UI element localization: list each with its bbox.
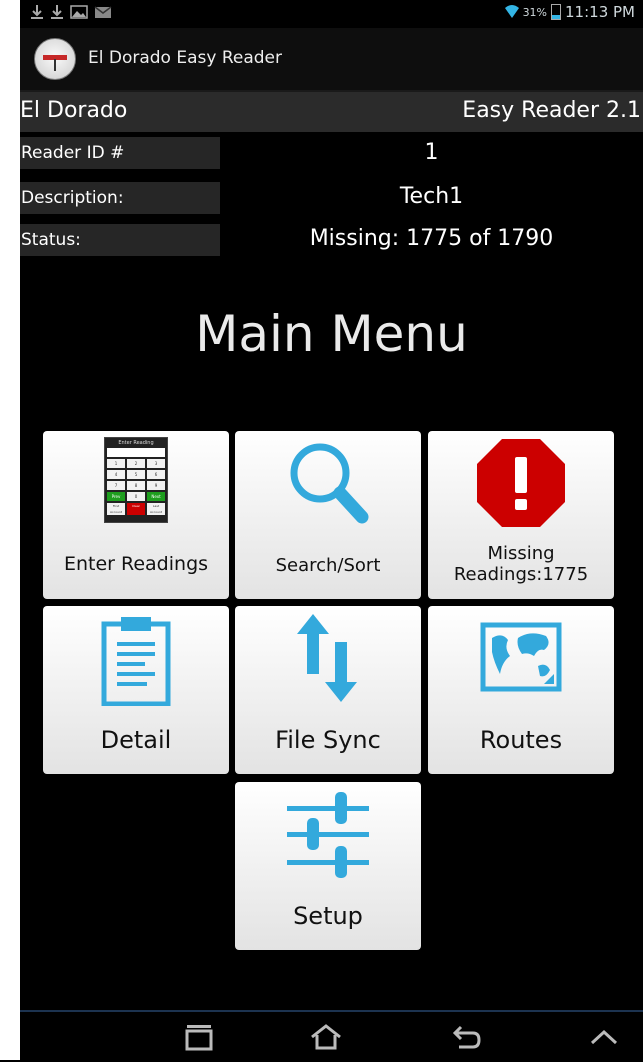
app-logo-icon[interactable] <box>34 38 76 80</box>
action-bar: El Dorado Easy Reader <box>20 28 643 92</box>
enter-readings-button[interactable]: Enter Reading 1 2 3 4 5 6 7 8 9 Prev 0 Next First Ac… <box>43 431 229 599</box>
navigation-bar <box>20 1010 643 1062</box>
file-sync-label: File Sync <box>275 726 381 754</box>
description-label: Description: <box>20 182 220 214</box>
missing-label-line2: Readings:1775 <box>453 564 589 585</box>
keypad-bottom-key: Clear <box>127 503 145 515</box>
routes-label: Routes <box>479 726 563 754</box>
missing-readings-label: Missing Readings:1775 <box>428 543 614 585</box>
home-button[interactable] <box>306 1020 346 1054</box>
missing-readings-button[interactable]: Missing Readings:1775 <box>428 431 614 599</box>
enter-readings-label: Enter Readings <box>63 553 209 575</box>
status-right: 31% 11:13 PM <box>504 3 635 21</box>
stop-alert-icon <box>477 439 565 527</box>
search-icon <box>290 443 369 524</box>
image-icon <box>70 5 88 19</box>
keypad-key: 4 <box>107 470 125 479</box>
header-row: El Dorado Easy Reader 2.1 <box>20 92 643 132</box>
keypad-icon: Enter Reading 1 2 3 4 5 6 7 8 9 Prev 0 Next First Ac… <box>43 437 229 523</box>
mail-icon <box>94 6 112 18</box>
back-icon <box>452 1025 481 1049</box>
missing-label-line1: Missing <box>487 543 555 564</box>
keypad-bottom-key: First Account <box>107 503 125 515</box>
file-sync-button[interactable]: File Sync <box>235 606 421 774</box>
download-icon <box>31 5 43 19</box>
battery-percent: 31% <box>522 5 548 19</box>
keypad-key: 9 <box>147 481 165 490</box>
reader-id-label: Reader ID # <box>20 137 220 169</box>
keypad-key: 8 <box>127 481 145 490</box>
sync-arrows-icon <box>297 614 357 702</box>
keypad-title: Enter Reading <box>118 440 154 446</box>
home-icon <box>311 1024 341 1050</box>
keypad-key: 0 <box>127 492 145 501</box>
keypad-key: 7 <box>107 481 125 490</box>
battery-icon <box>551 4 562 20</box>
keypad-key: Next <box>147 492 165 501</box>
status-bar: 31% 11:13 PM <box>20 0 643 28</box>
search-sort-button[interactable]: Search/Sort <box>235 431 421 599</box>
reader-id-value: 1 <box>424 140 439 165</box>
app-screen: 31% 11:13 PM El Dorado Easy Reader El Do… <box>20 0 643 1062</box>
sliders-icon <box>287 792 369 878</box>
app-title: El Dorado Easy Reader <box>88 48 283 68</box>
main-menu-title: Main Menu <box>195 305 468 363</box>
setup-button[interactable]: Setup <box>235 782 421 950</box>
keypad-key: 5 <box>127 470 145 479</box>
detail-label: Detail <box>100 726 172 754</box>
keypad-bottom-key: Last Account <box>147 503 165 515</box>
recent-apps-button[interactable] <box>179 1020 219 1054</box>
detail-button[interactable]: Detail <box>43 606 229 774</box>
company-name: El Dorado <box>20 98 128 123</box>
back-button[interactable] <box>446 1020 486 1054</box>
app-version: Easy Reader 2.1 <box>462 98 641 123</box>
status-value: Missing: 1775 of 1790 <box>309 226 554 251</box>
recent-apps-icon <box>185 1025 213 1051</box>
world-map-icon <box>480 622 562 692</box>
search-sort-label: Search/Sort <box>275 555 381 576</box>
keypad-key: 2 <box>127 459 145 468</box>
left-edge-strip <box>0 0 20 1060</box>
wifi-icon <box>504 5 519 18</box>
keypad-key: Prev <box>107 492 125 501</box>
clock: 11:13 PM <box>565 3 635 21</box>
keypad-grid: 1 2 3 4 5 6 7 8 9 Prev 0 Next First Account Clear Last… <box>107 459 165 515</box>
description-value: Tech1 <box>399 184 464 209</box>
keypad-key: 6 <box>147 470 165 479</box>
chevron-up-icon <box>590 1029 618 1045</box>
download-icon <box>51 5 63 19</box>
clipboard-icon <box>101 617 171 706</box>
keypad-key: 3 <box>147 459 165 468</box>
keypad-key: 1 <box>107 459 125 468</box>
routes-button[interactable]: Routes <box>428 606 614 774</box>
menu-chevron-button[interactable] <box>584 1020 624 1054</box>
setup-label: Setup <box>293 902 363 930</box>
status-label: Status: <box>20 224 220 256</box>
notification-icons <box>30 4 112 20</box>
